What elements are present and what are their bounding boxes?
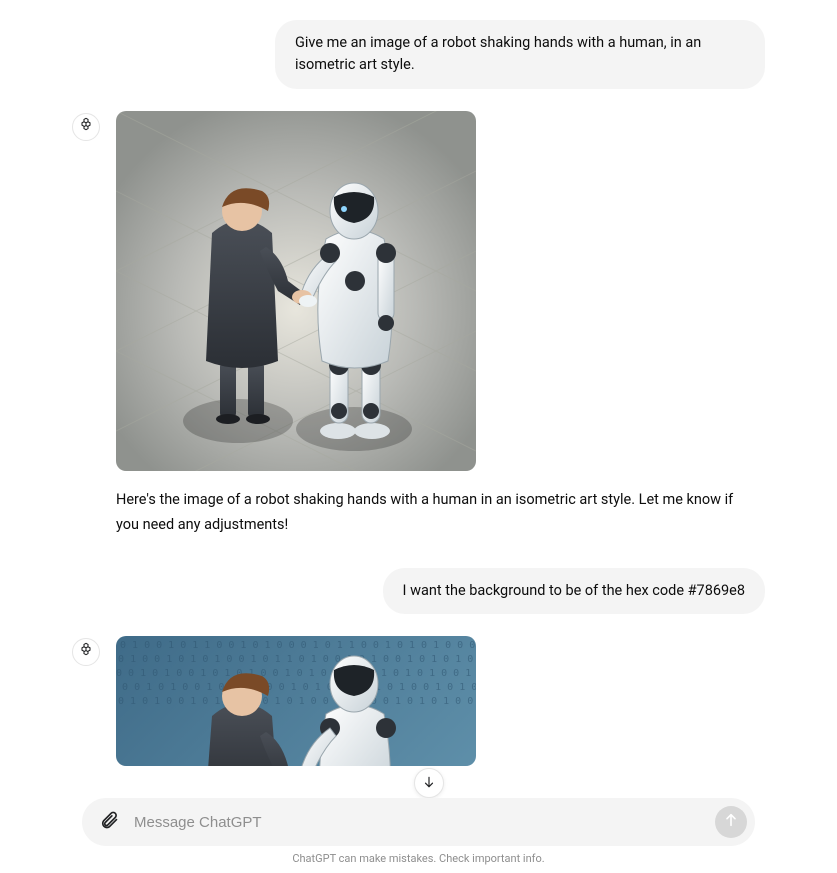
assistant-message-row: Here's the image of a robot shaking hand… (72, 111, 765, 538)
generated-image-2[interactable]: 0 1 0 0 1 0 1 1 0 0 1 0 1 0 0 0 1 0 1 1 … (116, 636, 476, 766)
assistant-message-content: Here's the image of a robot shaking hand… (116, 111, 756, 538)
user-message-text: I want the background to be of the hex c… (403, 582, 745, 599)
arrow-down-icon (422, 774, 436, 793)
composer-area: ChatGPT can make mistakes. Check importa… (0, 798, 837, 873)
disclaimer-text: ChatGPT can make mistakes. Check importa… (82, 846, 755, 867)
message-input[interactable] (134, 814, 705, 831)
user-message-row: Give me an image of a robot shaking hand… (72, 20, 765, 89)
user-message-bubble: I want the background to be of the hex c… (383, 568, 765, 614)
send-button[interactable] (715, 806, 747, 838)
attach-button[interactable] (94, 807, 124, 837)
svg-text:0 1 0 1 0 0 1 0 1 0 0 1 0 1 0: 0 1 0 1 0 0 1 0 1 0 0 1 0 1 0 1 0 0 1 0 … (118, 696, 476, 707)
openai-logo-icon (78, 642, 94, 662)
composer (82, 798, 755, 846)
assistant-avatar (72, 638, 100, 666)
conversation-scroll[interactable]: Give me an image of a robot shaking hand… (0, 0, 837, 805)
generated-image-1[interactable] (116, 111, 476, 471)
openai-logo-icon (78, 117, 94, 137)
arrow-up-icon (723, 812, 739, 832)
assistant-message-row: 0 1 0 0 1 0 1 1 0 0 1 0 1 0 0 0 1 0 1 1 … (72, 636, 765, 766)
user-message-text: Give me an image of a robot shaking hand… (295, 34, 701, 73)
scroll-to-bottom-button[interactable] (414, 768, 444, 798)
user-message-bubble: Give me an image of a robot shaking hand… (275, 20, 765, 89)
paperclip-icon (99, 810, 119, 834)
svg-text:0 1 0 0 1 0 1 1 0 0 1 0 1 0 0: 0 1 0 0 1 0 1 1 0 0 1 0 1 0 0 0 1 0 1 1 … (120, 640, 476, 651)
svg-text:1 0 1 0 0 1 0 1 0 1 0 0 1 0 1: 1 0 1 0 0 1 0 1 0 1 0 0 1 0 1 1 0 1 0 0 … (116, 654, 476, 665)
svg-text:1 0 0 1 0 1 0 0 1 0 1 0 1 0 0: 1 0 0 1 0 1 0 0 1 0 1 0 1 0 0 1 0 1 0 0 … (116, 682, 476, 693)
svg-text:0 0 1 0 1 0 0 1 0 1 0 1 0 0 1: 0 0 1 0 1 0 0 1 0 1 0 1 0 0 1 0 1 0 0 1 … (116, 668, 476, 679)
assistant-message-content: 0 1 0 0 1 0 1 1 0 0 1 0 1 0 0 0 1 0 1 1 … (116, 636, 476, 766)
assistant-message-text: Here's the image of a robot shaking hand… (116, 487, 756, 538)
assistant-avatar (72, 113, 100, 141)
user-message-row: I want the background to be of the hex c… (72, 568, 765, 614)
